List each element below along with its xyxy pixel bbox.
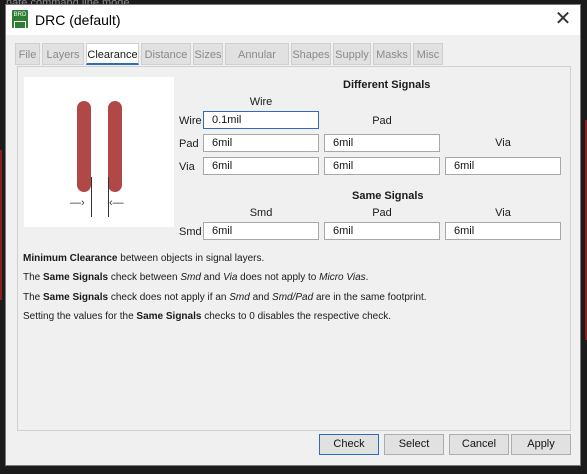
via-wire-input[interactable]: 6mil <box>203 157 319 175</box>
title-bar: BRD DRC (default) ✕ <box>6 5 580 35</box>
trace-left <box>77 101 91 192</box>
via-pad-input[interactable]: 6mil <box>324 157 440 175</box>
cancel-button[interactable]: Cancel <box>449 434 509 455</box>
close-icon[interactable]: ✕ <box>552 9 574 31</box>
tab-layers[interactable]: Layers <box>42 43 84 65</box>
tab-file[interactable]: File <box>15 43 40 65</box>
wire-wire-input[interactable]: 0.1mil <box>203 111 319 129</box>
same-smd-smd-input[interactable]: 6mil <box>203 222 319 240</box>
row-label-pad: Pad <box>179 138 199 150</box>
apply-button[interactable]: Apply <box>511 434 571 455</box>
arrow-right-icon: —› <box>70 197 85 209</box>
window-title: DRC (default) <box>35 12 121 28</box>
row-label-via: Via <box>179 161 195 173</box>
col-header-wire: Wire <box>249 96 273 108</box>
trace-right <box>108 101 122 192</box>
select-button[interactable]: Select <box>384 434 444 455</box>
via-via-input[interactable]: 6mil <box>445 157 561 175</box>
description-line-1: Minimum Clearance between objects in sig… <box>23 253 265 264</box>
board-app-icon: BRD <box>12 10 28 29</box>
tab-sizes[interactable]: Sizes <box>193 43 223 65</box>
drc-dialog: BRD DRC (default) ✕ File Layers Clearanc… <box>5 4 581 466</box>
tab-masks[interactable]: Masks <box>373 43 411 65</box>
tab-annular-ring[interactable]: Annular Ring <box>225 43 289 83</box>
col-header-via: Via <box>495 137 511 149</box>
pad-pad-input[interactable]: 6mil <box>324 134 440 152</box>
description-line-2: The Same Signals check between Smd and V… <box>23 272 369 283</box>
same-col-header-smd: Smd <box>249 207 273 219</box>
same-smd-via-input[interactable]: 6mil <box>445 222 561 240</box>
clearance-preview-image: —› ‹— <box>24 77 174 227</box>
description-line-4: Setting the values for the Same Signals … <box>23 311 391 322</box>
same-signals-title: Same Signals <box>352 190 424 202</box>
check-button[interactable]: Check <box>319 434 379 455</box>
different-signals-title: Different Signals <box>343 79 431 91</box>
same-col-header-pad: Pad <box>372 207 392 219</box>
pad-wire-input[interactable]: 6mil <box>203 134 319 152</box>
clearance-panel: —› ‹— Different Signals Wire Pad Via Wir… <box>17 66 571 431</box>
dimension-line-left <box>91 177 92 217</box>
tab-clearance[interactable]: Clearance <box>86 43 139 65</box>
col-header-pad: Pad <box>372 115 392 127</box>
same-smd-pad-input[interactable]: 6mil <box>324 222 440 240</box>
tab-supply[interactable]: Supply <box>333 43 371 65</box>
arrow-left-icon: ‹— <box>109 197 124 209</box>
description-line-3: The Same Signals check does not apply if… <box>23 292 427 303</box>
tab-distance[interactable]: Distance <box>141 43 191 65</box>
row-label-wire: Wire <box>179 115 202 127</box>
tab-shapes[interactable]: Shapes <box>291 43 331 65</box>
same-row-label-smd: Smd <box>179 226 202 238</box>
same-col-header-via: Via <box>495 207 511 219</box>
tab-misc[interactable]: Misc <box>413 43 443 65</box>
